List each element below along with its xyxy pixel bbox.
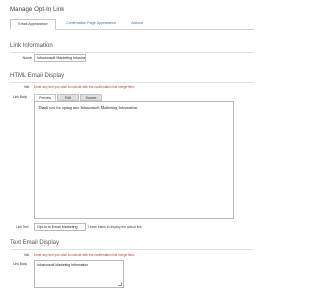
divider	[10, 249, 254, 250]
html-editor[interactable]: Thank you for opting into Infusionsoft M…	[34, 101, 234, 219]
tab-actions[interactable]: Actions	[126, 19, 148, 28]
link-information-heading: Link Information	[10, 43, 53, 49]
subtab-source[interactable]: Source	[80, 94, 102, 101]
editor-content: Thank you for opting into Infusionsoft M…	[38, 105, 138, 110]
name-input[interactable]: Infusionsoft Marketing Information	[34, 54, 86, 62]
tab-email-appearance[interactable]: Email Appearance	[10, 19, 56, 30]
divider	[10, 52, 254, 53]
html-email-display-heading: HTML Email Display	[10, 73, 65, 79]
tab-bar: Email Appearance Confirmation Page Appea…	[10, 19, 254, 30]
info-label: Info	[24, 253, 30, 257]
info-label: Info	[24, 85, 30, 89]
text-email-display-heading: Text Email Display	[10, 240, 60, 246]
link-text-label: Link Text	[16, 225, 29, 229]
text-link-body-textarea[interactable]: Infusionsoft Marketing Information	[34, 260, 124, 288]
link-text-input[interactable]: Opt-in to Email Marketing	[34, 223, 86, 231]
info-text: Enter any text you wish to include with …	[34, 253, 135, 257]
info-text: Enter any text you wish to include with …	[34, 85, 135, 89]
subtab-edit[interactable]: Edit	[57, 94, 79, 101]
divider	[10, 82, 254, 83]
tab-confirmation-page-appearance[interactable]: Confirmation Page Appearance	[58, 19, 124, 28]
resize-handle-icon[interactable]	[118, 282, 122, 286]
subtab-preview[interactable]: Preview	[34, 94, 56, 101]
text-link-body-label: Link Body	[13, 262, 27, 266]
text-link-body-value: Infusionsoft Marketing Information	[37, 262, 89, 267]
link-body-label: Link Body	[13, 95, 27, 99]
page-title: Manage Opt-In Link	[10, 6, 65, 13]
link-text-help: Leave blank to display the actual link.	[88, 225, 143, 229]
name-label: Name	[22, 56, 32, 60]
